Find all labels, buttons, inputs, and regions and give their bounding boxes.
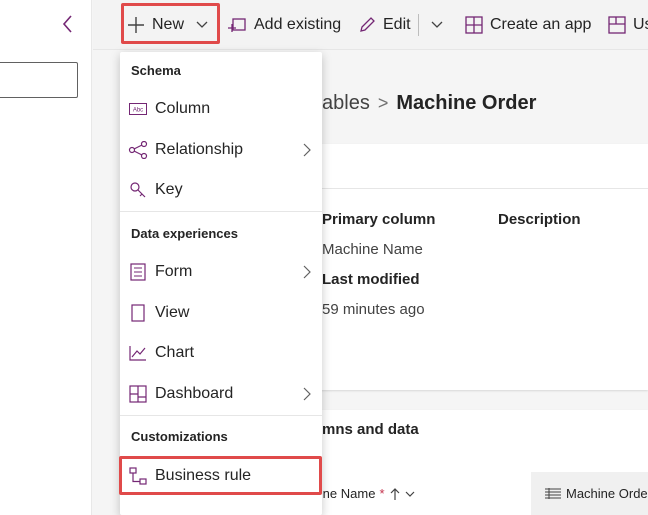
new-button[interactable]: New <box>127 9 209 41</box>
toolbar-divider <box>418 14 419 36</box>
columns-section-title: mns and data <box>322 421 419 438</box>
menu-item-column-label: Column <box>155 100 211 117</box>
menu-group-schema: Schema <box>131 63 181 78</box>
add-existing-label: Add existing <box>254 16 342 33</box>
page-title: Machine Order <box>396 92 537 114</box>
menu-divider <box>120 415 322 416</box>
form-icon <box>128 262 148 282</box>
key-icon <box>128 180 148 200</box>
plus-icon <box>128 17 144 33</box>
search-input[interactable] <box>0 62 78 98</box>
overflow-command-label: Us <box>633 16 648 33</box>
column-header-machine-order[interactable]: Machine Orde <box>544 486 648 501</box>
edit-button[interactable]: Edit <box>358 9 411 41</box>
table-icon <box>545 487 561 499</box>
more-dropdown-button[interactable] <box>430 9 444 41</box>
menu-group-data-experiences: Data experiences <box>131 226 238 241</box>
overflow-command-button[interactable]: Us <box>608 9 648 41</box>
menu-item-form[interactable]: Form <box>120 254 322 290</box>
menu-item-column[interactable]: Abc Column <box>120 91 322 127</box>
chevron-down-icon[interactable] <box>405 489 415 499</box>
new-dropdown-menu: Schema Abc Column Relationship Key Data … <box>120 52 322 515</box>
dashboard-icon <box>128 384 148 404</box>
menu-divider <box>120 211 322 212</box>
primary-column-label: Primary column <box>322 211 436 228</box>
add-existing-button[interactable]: Add existing <box>227 9 341 41</box>
menu-item-view[interactable]: View <box>120 295 322 331</box>
pencil-icon <box>360 17 375 32</box>
menu-item-chart-label: Chart <box>155 344 195 361</box>
last-modified-value: 59 minutes ago <box>322 301 425 318</box>
menu-item-relationship-label: Relationship <box>155 141 244 158</box>
required-marker: * <box>379 486 385 501</box>
new-button-label: New <box>152 16 185 33</box>
primary-column-value: Machine Name <box>322 241 423 258</box>
layout-icon <box>608 16 626 34</box>
column-icon: Abc <box>128 99 148 119</box>
column-header-label: Machine Orde <box>566 486 648 501</box>
chevron-down-icon <box>196 21 208 28</box>
menu-item-key-label: Key <box>155 181 183 198</box>
breadcrumb-parent[interactable]: ables <box>322 92 370 114</box>
menu-item-dashboard-label: Dashboard <box>155 385 234 402</box>
chevron-right-icon <box>303 265 311 279</box>
menu-item-dashboard[interactable]: Dashboard <box>120 376 322 412</box>
relationship-icon <box>128 140 148 160</box>
command-bar: New Add existing Edit Create an app U <box>93 0 648 50</box>
sort-ascending-icon[interactable] <box>389 487 401 501</box>
svg-text:Abc: Abc <box>133 108 143 114</box>
menu-item-chart[interactable]: Chart <box>120 335 322 371</box>
breadcrumb-separator: > <box>377 93 389 113</box>
business-rule-icon <box>128 466 148 486</box>
collapse-nav-button[interactable] <box>58 12 78 36</box>
breadcrumb: ables > Machine Order <box>322 92 536 115</box>
menu-item-relationship[interactable]: Relationship <box>120 132 322 168</box>
edit-label: Edit <box>383 16 411 33</box>
menu-item-key[interactable]: Key <box>120 172 322 208</box>
menu-item-view-label: View <box>155 304 190 321</box>
last-modified-label: Last modified <box>322 271 420 288</box>
menu-item-business-rule-label: Business rule <box>155 467 252 484</box>
chevron-right-icon <box>303 387 311 401</box>
menu-item-form-label: Form <box>155 263 193 280</box>
chevron-right-icon <box>303 143 311 157</box>
menu-group-customizations: Customizations <box>131 429 228 444</box>
create-app-button[interactable]: Create an app <box>465 9 591 41</box>
view-icon <box>128 303 148 323</box>
menu-item-business-rule[interactable]: Business rule <box>120 458 322 494</box>
description-label: Description <box>498 211 581 228</box>
chevron-down-icon <box>431 21 443 28</box>
chevron-left-icon <box>62 15 72 33</box>
chart-icon <box>128 343 148 363</box>
left-navigation <box>0 0 92 515</box>
add-existing-icon <box>228 18 246 32</box>
create-app-label: Create an app <box>490 16 592 33</box>
app-grid-icon <box>465 16 483 34</box>
app-window: New Add existing Edit Create an app U ab… <box>0 0 648 515</box>
